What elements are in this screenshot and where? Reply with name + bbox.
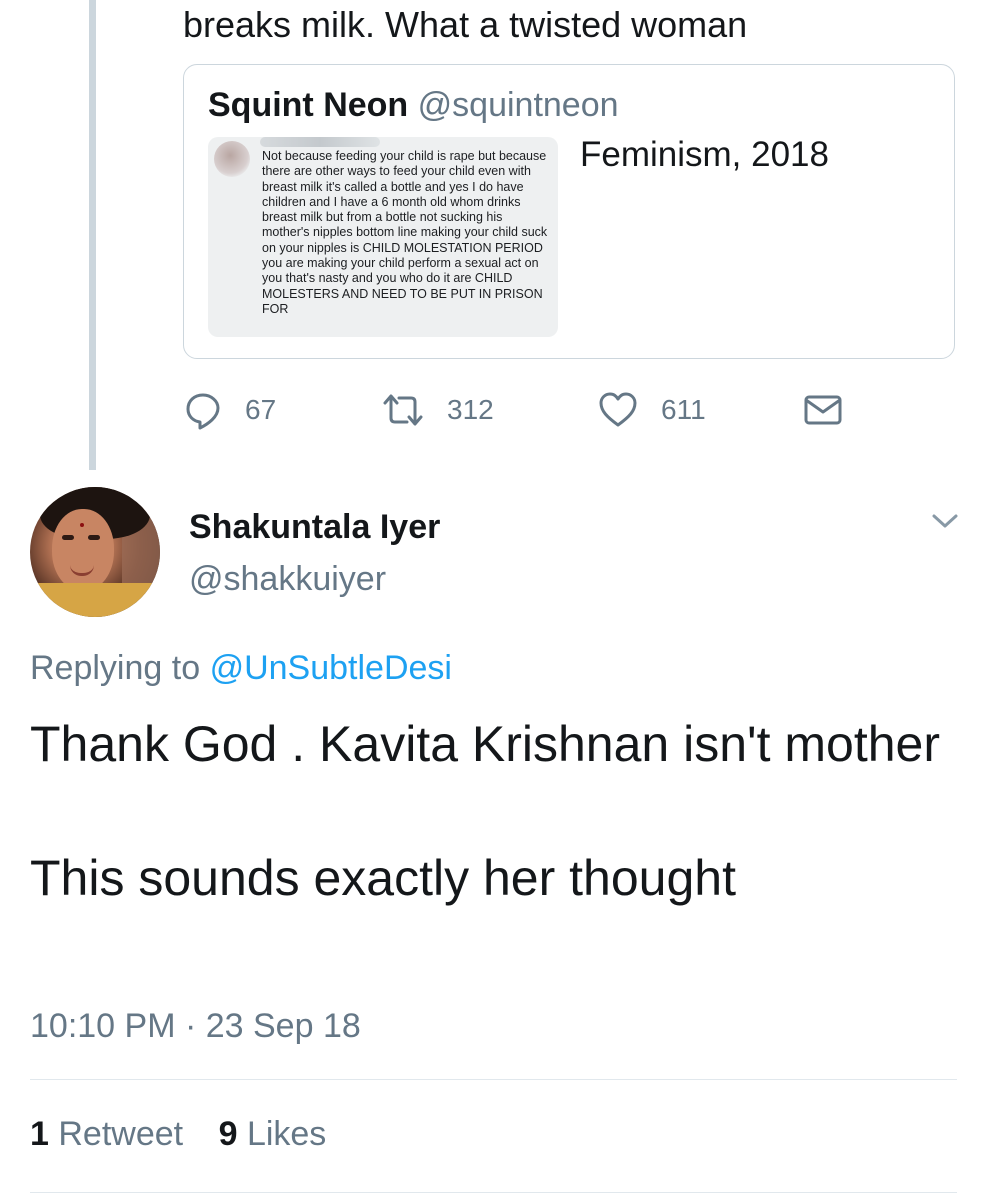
replying-to-prefix: Replying to <box>30 649 201 687</box>
retweet-icon <box>383 394 423 426</box>
divider <box>30 1079 957 1080</box>
tweet-paragraph-2: This sounds exactly her thought <box>30 850 736 906</box>
reply-count: 67 <box>245 394 277 425</box>
direct-message-button[interactable] <box>803 388 843 432</box>
reply-button[interactable]: 67 <box>183 388 276 432</box>
quoted-tweet-author: Squint Neon @squintneon <box>208 83 619 127</box>
author-name[interactable]: Shakuntala Iyer <box>189 506 440 548</box>
like-button[interactable]: 611 <box>597 388 706 432</box>
quoted-tweet-image[interactable]: Not because feeding your child is rape b… <box>208 137 558 337</box>
retweet-stat[interactable]: 1 Retweet <box>30 1115 183 1153</box>
like-count: 611 <box>661 394 706 425</box>
blurred-name <box>260 137 380 147</box>
mail-icon <box>804 395 842 425</box>
quoted-tweet-card[interactable]: Squint Neon @squintneon Not because feed… <box>183 64 955 359</box>
replying-to: Replying to @UnSubtleDesi <box>30 646 452 690</box>
tweet-paragraph-1: Thank God . Kavita Krishnan isn't mother <box>30 716 940 772</box>
blurred-avatar <box>214 141 250 177</box>
like-stat[interactable]: 9 Likes <box>219 1115 327 1153</box>
tweet-timestamp[interactable]: 10:10 PM · 23 Sep 18 <box>30 1004 361 1048</box>
retweet-count: 312 <box>447 394 494 425</box>
quoted-author-handle: @squintneon <box>417 86 619 124</box>
author-handle[interactable]: @shakkuiyer <box>189 558 386 600</box>
retweet-stat-label: Retweet <box>58 1115 184 1153</box>
tweet-text: Thank God . Kavita Krishnan isn't mother… <box>30 712 950 910</box>
tweet-menu-button[interactable] <box>930 510 960 537</box>
thread-connector-line <box>89 0 96 470</box>
chevron-down-icon <box>932 514 958 528</box>
retweet-button[interactable]: 312 <box>381 388 494 432</box>
quoted-tweet-text: Feminism, 2018 <box>580 135 829 174</box>
quoted-author-name: Squint Neon <box>208 86 409 124</box>
heart-icon <box>599 392 637 427</box>
divider <box>30 1192 957 1193</box>
like-stat-label: Likes <box>246 1115 327 1153</box>
retweet-stat-count: 1 <box>30 1115 49 1153</box>
quoted-image-text: Not because feeding your child is rape b… <box>262 149 548 316</box>
avatar[interactable] <box>30 487 160 617</box>
like-stat-count: 9 <box>218 1115 238 1153</box>
replying-to-mention[interactable]: @UnSubtleDesi <box>210 649 452 687</box>
tweet-stats: 1 Retweet 9 Likes <box>30 1112 326 1156</box>
reply-icon <box>186 393 220 430</box>
tweet-action-bar: 67 312 611 <box>183 388 863 432</box>
previous-tweet-text: breaks milk. What a twisted woman <box>183 4 748 45</box>
